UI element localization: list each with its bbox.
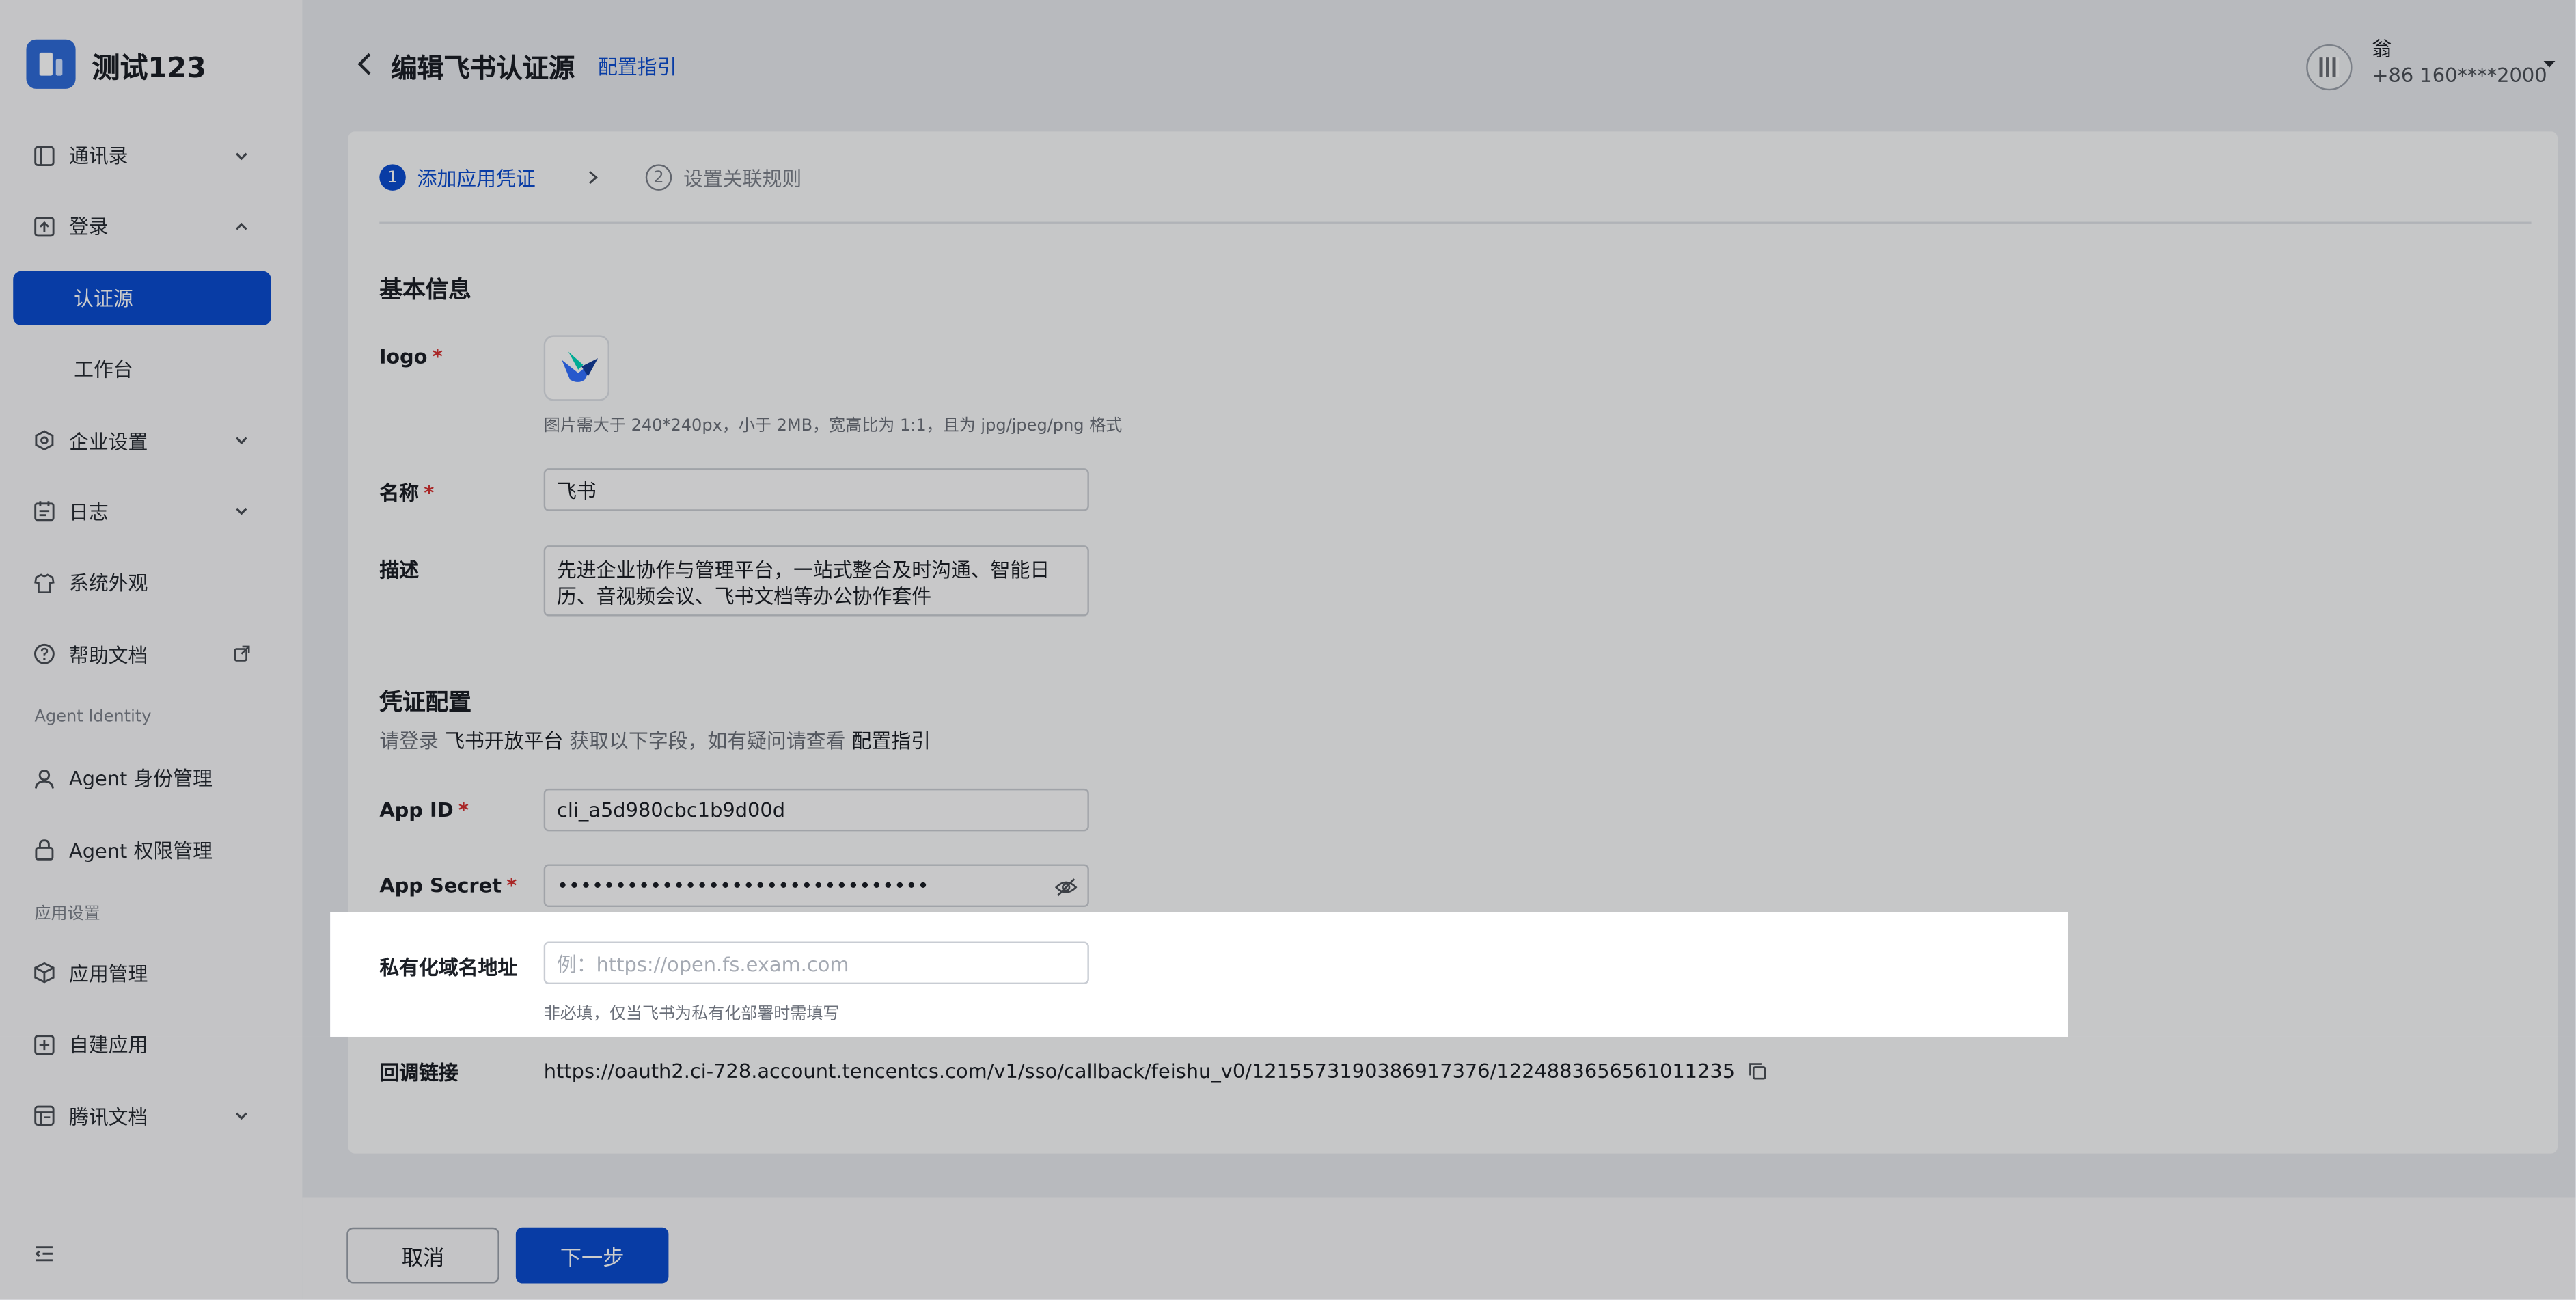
dim-overlay-right: [2068, 912, 2576, 1037]
dim-overlay-bottom: [0, 1036, 2576, 1300]
dim-overlay-left: [0, 912, 331, 1037]
private-domain-hint: 非必填，仅当飞书为私有化部署时需填写: [543, 1005, 840, 1024]
private-domain-label: 私有化域名地址: [379, 956, 518, 979]
dim-overlay-top: [0, 0, 2576, 912]
private-domain-input[interactable]: 例：https://open.fs.exam.com: [543, 941, 1089, 984]
